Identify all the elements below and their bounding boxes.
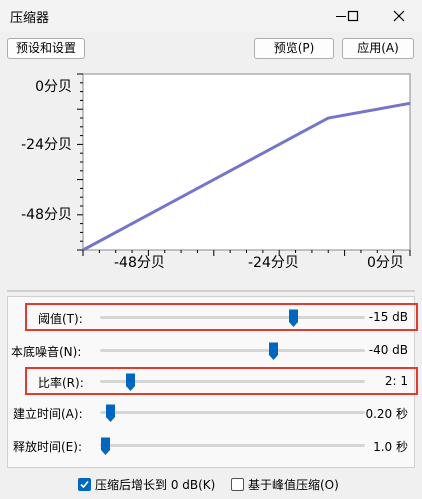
noise-floor-slider[interactable] — [100, 349, 365, 352]
peak-compress-option[interactable]: 基于峰值压缩(O) — [231, 476, 339, 493]
makeup-gain-option[interactable]: 压缩后增长到 0 dB(K) — [78, 476, 215, 493]
y-tick-label: 0分贝 — [35, 79, 72, 95]
threshold-slider[interactable] — [100, 316, 365, 319]
maximize-icon — [347, 10, 359, 22]
controls-panel: 阈值(T): -15 dB 本底噪音(N): -40 dB 比率(R): 2: … — [7, 296, 418, 468]
compression-curve-chart: 0分贝 -24分贝 -48分贝 -48分贝 -24分贝 0分贝 — [0, 64, 422, 274]
title-bar: 压缩器 — [0, 0, 422, 32]
x-tick-label: -48分贝 — [114, 255, 165, 271]
release-time-row: 释放时间(E): 1.0 秒 — [8, 435, 408, 455]
release-time-slider-thumb[interactable] — [100, 436, 111, 456]
x-tick-label: -24分贝 — [248, 255, 299, 271]
window-title: 压缩器 — [10, 11, 50, 26]
noise-floor-slider-thumb[interactable] — [268, 341, 279, 361]
y-tick-label: -24分贝 — [21, 137, 72, 153]
close-button[interactable] — [376, 0, 422, 32]
peak-compress-label: 基于峰值压缩(O) — [248, 478, 339, 492]
attack-time-row: 建立时间(A): 0.20 秒 — [8, 402, 408, 422]
preview-button[interactable]: 预览(P) — [254, 38, 334, 59]
release-time-slider[interactable] — [100, 444, 365, 447]
ratio-value: 2: 1 — [384, 374, 408, 388]
attack-time-label: 建立时间(A): — [13, 407, 83, 421]
maximize-button[interactable] — [330, 0, 376, 32]
ratio-label: 比率(R): — [38, 376, 84, 390]
apply-button[interactable]: 应用(A) — [342, 38, 414, 59]
ratio-slider[interactable] — [100, 380, 365, 383]
attack-time-slider[interactable] — [100, 411, 365, 414]
presets-button[interactable]: 预设和设置 — [7, 38, 85, 59]
ratio-slider-thumb[interactable] — [125, 372, 136, 392]
threshold-row: 阈值(T): -15 dB — [8, 307, 408, 327]
y-tick-label: -48分贝 — [21, 207, 72, 223]
x-tick-label: 0分贝 — [367, 255, 404, 271]
attack-time-slider-thumb[interactable] — [105, 403, 116, 423]
release-time-label: 释放时间(E): — [13, 440, 82, 454]
threshold-label: 阈值(T): — [38, 312, 83, 326]
makeup-gain-checkbox[interactable] — [78, 478, 91, 491]
release-time-value: 1.0 秒 — [373, 440, 408, 454]
ratio-row: 比率(R): 2: 1 — [8, 371, 408, 391]
makeup-gain-label: 压缩后增长到 0 dB(K) — [95, 478, 216, 492]
noise-floor-value: -40 dB — [368, 343, 408, 357]
close-icon — [393, 10, 405, 22]
attack-time-value: 0.20 秒 — [365, 407, 408, 421]
threshold-value: -15 dB — [368, 310, 408, 324]
peak-compress-checkbox[interactable] — [231, 478, 244, 491]
threshold-slider-thumb[interactable] — [288, 308, 299, 328]
checkmark-icon — [80, 480, 89, 489]
y-axis-ticks — [77, 73, 83, 251]
section-divider — [7, 290, 415, 292]
noise-floor-row: 本底噪音(N): -40 dB — [8, 340, 408, 360]
noise-floor-label: 本底噪音(N): — [11, 345, 82, 359]
